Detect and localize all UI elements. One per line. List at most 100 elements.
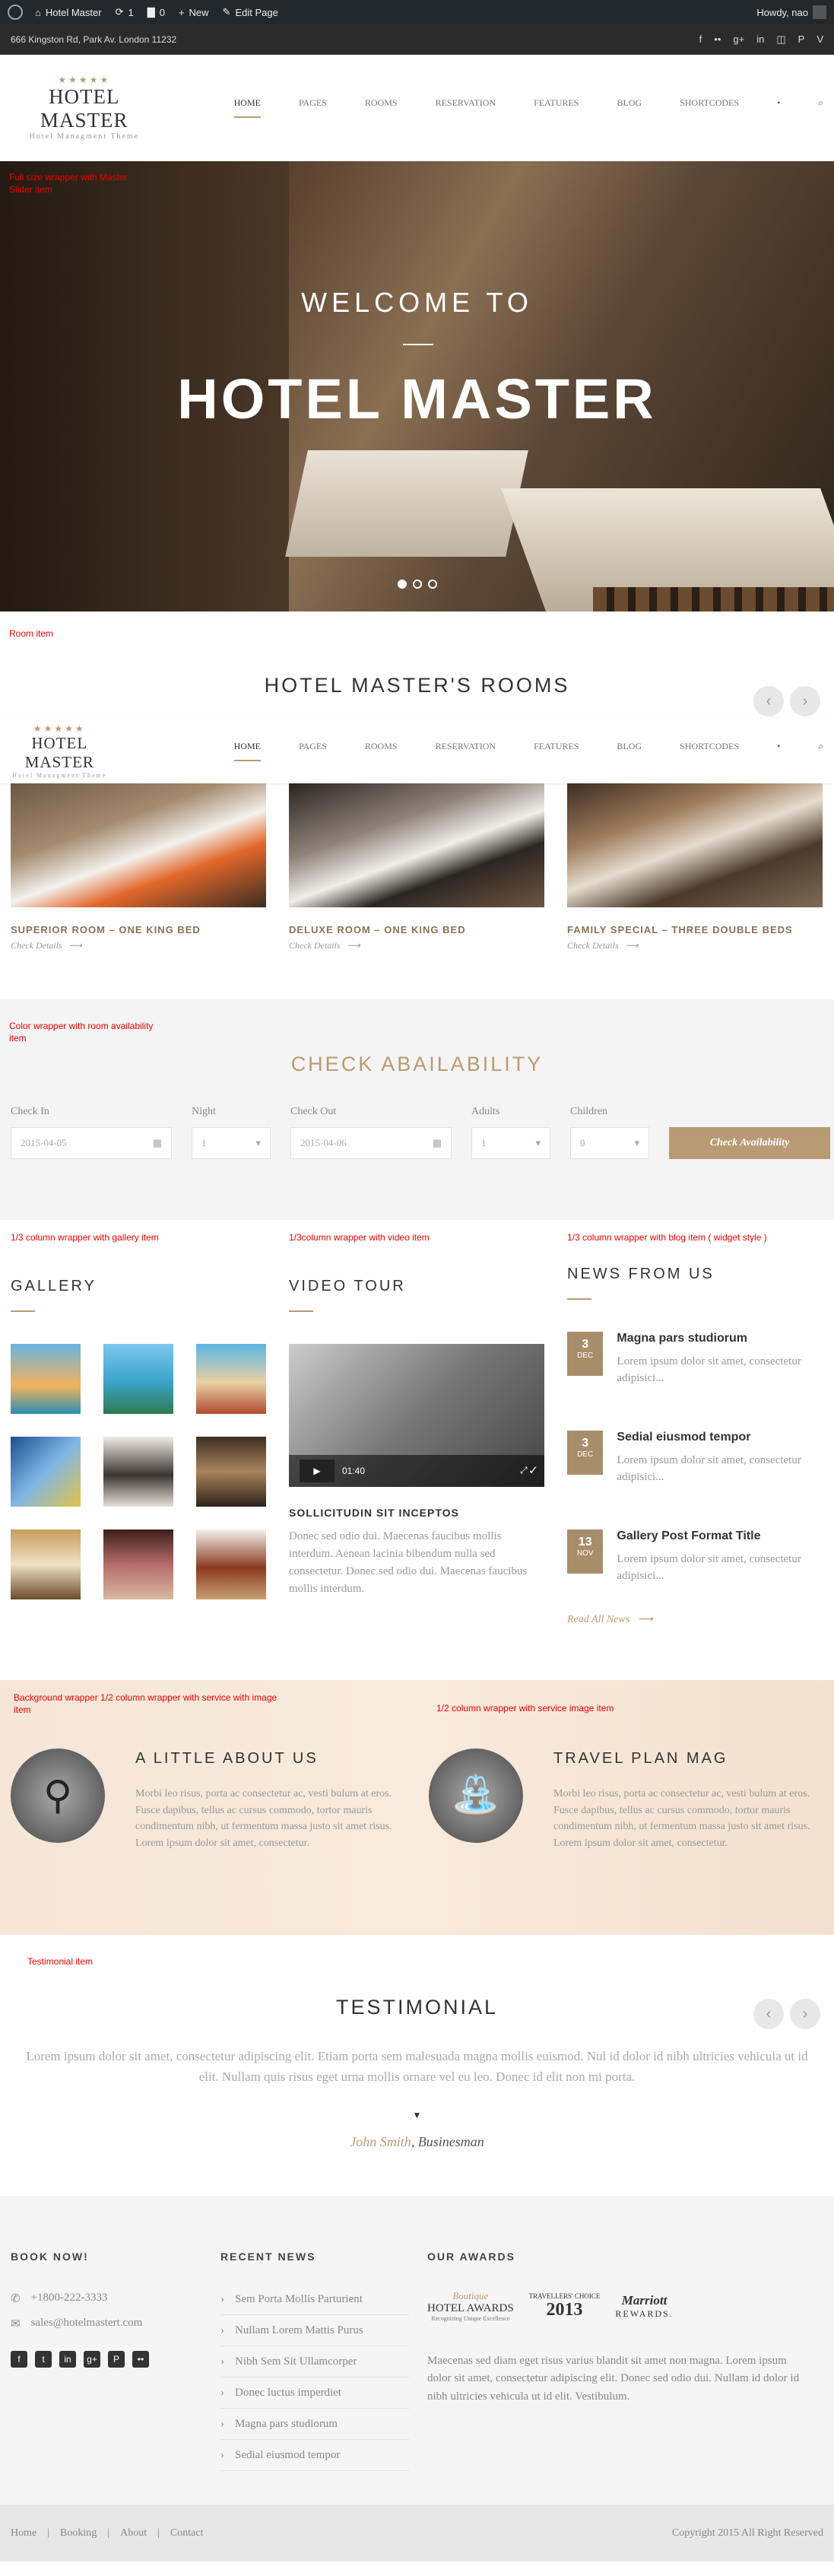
- gallery-thumb[interactable]: [11, 1529, 81, 1599]
- video-column: 1/3column wrapper with video item VIDEO …: [289, 1220, 544, 1599]
- adults-select[interactable]: 1 ▾: [471, 1127, 550, 1159]
- testimonial-section: Testimonial item TESTIMONIAL ‹ › Lorem i…: [0, 1935, 834, 2197]
- room-image[interactable]: [289, 783, 544, 907]
- pinterest-icon[interactable]: P: [798, 33, 805, 46]
- check-details-link[interactable]: Check Details ⟶: [567, 940, 823, 951]
- nav-pages[interactable]: Pages: [299, 97, 327, 118]
- gallery-thumb[interactable]: [196, 1343, 266, 1414]
- flickr-icon[interactable]: ••: [132, 2351, 149, 2368]
- list-item[interactable]: › Nibh Sem Sit Ullamcorper: [220, 2346, 409, 2377]
- nav-home[interactable]: Home: [233, 741, 261, 761]
- calendar-icon[interactable]: ▦: [433, 1137, 442, 1149]
- nav-home[interactable]: Home: [233, 97, 261, 118]
- children-select[interactable]: 0 ▾: [570, 1127, 649, 1159]
- nav-reservation[interactable]: Reservation: [436, 97, 496, 118]
- chevron-left-icon[interactable]: ‹: [753, 686, 784, 716]
- admin-account[interactable]: Howdy, nao: [756, 5, 826, 19]
- room-title[interactable]: SUPERIOR ROOM – ONE KING BED: [11, 924, 266, 935]
- play-icon[interactable]: ▶: [300, 1459, 335, 1482]
- admin-new[interactable]: + New: [179, 7, 209, 18]
- check-details-link[interactable]: Check Details ⟶: [289, 940, 544, 951]
- room-card[interactable]: SUPERIOR ROOM – ONE KING BED Check Detai…: [11, 783, 266, 951]
- nav-blog[interactable]: Blog: [617, 741, 642, 761]
- gallery-thumb[interactable]: [196, 1436, 266, 1507]
- vimeo-icon[interactable]: V: [817, 33, 823, 46]
- gallery-thumb[interactable]: [103, 1343, 173, 1414]
- nav-rooms[interactable]: Rooms: [365, 741, 398, 761]
- slider-dot[interactable]: [427, 580, 437, 589]
- gallery-thumb[interactable]: [196, 1529, 266, 1599]
- video-player[interactable]: ▶ 01:40 ⤢ ✓: [289, 1343, 544, 1487]
- footer-link-contact[interactable]: Contact: [170, 2527, 204, 2539]
- nav-features[interactable]: Features: [534, 97, 579, 118]
- admin-site-link[interactable]: ⌂ Hotel Master: [35, 7, 102, 18]
- room-title[interactable]: DELUXE ROOM – ONE KING BED: [289, 924, 544, 935]
- check-availability-button[interactable]: Check Availability: [669, 1127, 830, 1159]
- admin-updates[interactable]: ⟳ 1: [116, 6, 134, 18]
- check-out-input[interactable]: 2015-04-06 ▦: [290, 1127, 452, 1159]
- flickr-icon[interactable]: ••: [714, 33, 721, 46]
- wordpress-icon[interactable]: [8, 5, 23, 20]
- twitter-icon[interactable]: t: [35, 2351, 52, 2368]
- separator: |: [107, 2527, 110, 2539]
- admin-comments[interactable]: ▇ 0: [147, 6, 165, 18]
- night-select[interactable]: 1 ▾: [192, 1127, 271, 1159]
- nav-shortcodes[interactable]: Shortcodes: [680, 741, 739, 761]
- news-item[interactable]: 13 NOV Gallery Post Format Title Lorem ips…: [567, 1529, 823, 1613]
- chevron-right-icon[interactable]: ›: [790, 686, 820, 716]
- search-icon[interactable]: ⌕: [818, 97, 823, 118]
- gallery-thumb[interactable]: [11, 1436, 81, 1507]
- room-card[interactable]: FAMILY SPECIAL – THREE DOUBLE BEDS Check…: [567, 783, 823, 951]
- facebook-icon[interactable]: f: [11, 2351, 27, 2368]
- recent-news-column: RECENT NEWS › Sem Porta Mollis Parturient…: [220, 2250, 409, 2471]
- calendar-icon[interactable]: ▦: [153, 1137, 162, 1149]
- pinterest-icon[interactable]: P: [108, 2351, 125, 2368]
- nav-rooms[interactable]: Rooms: [365, 97, 398, 118]
- site-logo[interactable]: ★★★★★ HOTEL MASTER Hotel Managment Theme: [11, 75, 158, 141]
- room-image[interactable]: [11, 783, 266, 907]
- chevron-right-icon[interactable]: ›: [790, 1999, 820, 2029]
- instagram-icon[interactable]: ◫: [776, 33, 785, 46]
- news-item[interactable]: 3 DEC Sedial eiusmod tempor Lorem ipsum do…: [567, 1430, 823, 1529]
- list-item[interactable]: › Magna pars studiorum: [220, 2409, 409, 2440]
- news-item[interactable]: 3 DEC Magna pars studiorum Lorem ipsum dol…: [567, 1331, 823, 1431]
- nav-reservation[interactable]: Reservation: [436, 741, 496, 761]
- linkedin-icon[interactable]: in: [756, 33, 764, 46]
- nav-blog[interactable]: Blog: [617, 97, 642, 118]
- list-item[interactable]: › Nullam Lorem Mattis Purus: [220, 2315, 409, 2346]
- nav-features[interactable]: Features: [534, 741, 579, 761]
- google-plus-icon[interactable]: g+: [733, 33, 744, 46]
- nav-pages[interactable]: Pages: [299, 741, 327, 761]
- gallery-thumb[interactable]: [103, 1436, 173, 1507]
- gallery-thumb[interactable]: [103, 1529, 173, 1599]
- slider-dot[interactable]: [397, 580, 407, 589]
- linkedin-icon[interactable]: in: [59, 2351, 76, 2368]
- gallery-thumb[interactable]: [11, 1343, 81, 1414]
- nav-shortcodes[interactable]: Shortcodes: [680, 97, 739, 118]
- check-details-link[interactable]: Check Details ⟶: [11, 940, 266, 951]
- read-all-news-link[interactable]: Read All News ⟶: [567, 1613, 823, 1626]
- chevron-left-icon[interactable]: ‹: [753, 1999, 784, 2029]
- facebook-icon[interactable]: f: [699, 33, 702, 46]
- check-in-input[interactable]: 2015-04-05 ▦: [11, 1127, 172, 1159]
- site-logo[interactable]: ★★★★★ HOTEL MASTER Hotel Managment Theme: [11, 723, 109, 779]
- footer-link-about[interactable]: About: [120, 2527, 147, 2539]
- news-item-title[interactable]: Magna pars studiorum: [617, 1332, 823, 1345]
- list-item[interactable]: › Sedial eiusmod tempor: [220, 2440, 409, 2471]
- google-plus-icon[interactable]: g+: [84, 2351, 100, 2368]
- footer-link-home[interactable]: Home: [11, 2527, 36, 2539]
- news-item-title[interactable]: Sedial eiusmod tempor: [617, 1431, 823, 1444]
- room-title[interactable]: FAMILY SPECIAL – THREE DOUBLE BEDS: [567, 924, 823, 935]
- search-icon[interactable]: ⌕: [818, 741, 823, 761]
- room-image[interactable]: [567, 783, 823, 907]
- fullscreen-icon[interactable]: ⤢ ✓: [520, 1465, 537, 1476]
- list-item[interactable]: › Sem Porta Mollis Parturient: [220, 2284, 409, 2315]
- eiffel-tower-icon: ⚲: [11, 1749, 105, 1843]
- main-nav: Home Pages Rooms Reservation Features Bl…: [233, 97, 823, 118]
- admin-edit-page[interactable]: ✎ Edit Page: [223, 6, 278, 18]
- footer-link-booking[interactable]: Booking: [60, 2527, 97, 2539]
- list-item[interactable]: › Donec luctus imperdiet: [220, 2377, 409, 2409]
- slider-dot[interactable]: [412, 580, 422, 589]
- news-item-title[interactable]: Gallery Post Format Title: [617, 1529, 823, 1543]
- room-card[interactable]: DELUXE ROOM – ONE KING BED Check Details…: [289, 783, 544, 951]
